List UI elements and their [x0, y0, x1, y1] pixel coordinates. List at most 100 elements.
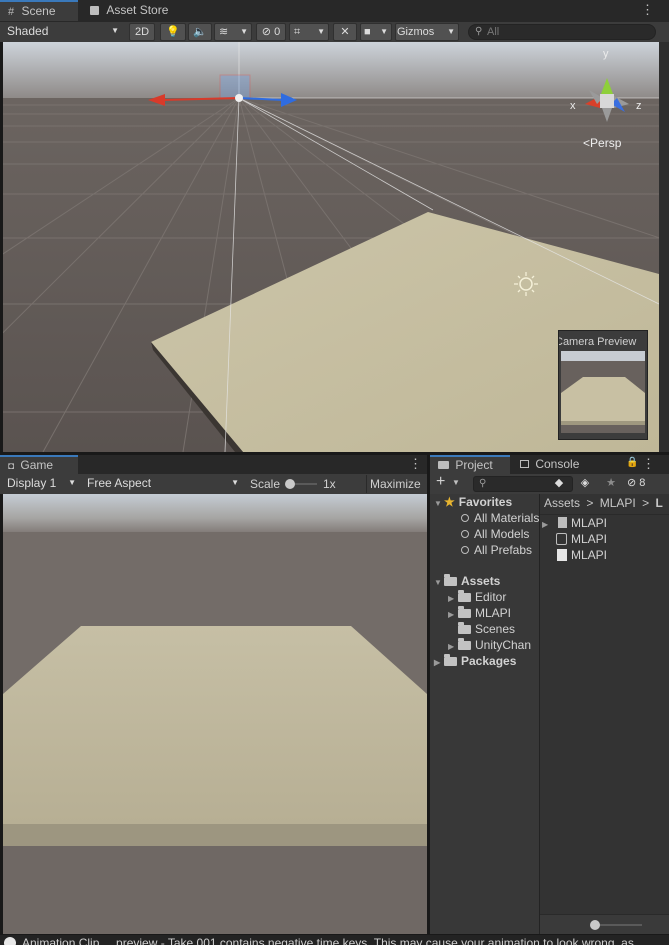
icon-size-slider-thumb[interactable] [590, 920, 600, 930]
projection-toggle[interactable]: <Persp [583, 136, 621, 150]
grid-toggle-button[interactable]: ⌗ ▼ [289, 23, 329, 41]
video-camera-icon: ■ [364, 26, 371, 38]
gamepad-icon: ◘ [8, 461, 15, 472]
game-tab-bar: ◘ Game ⋮ [0, 455, 427, 474]
tab-asset-store-label: Asset Store [106, 3, 169, 17]
lock-icon[interactable]: 🔒 [626, 457, 638, 468]
search-by-label-button[interactable]: ◈ [575, 475, 595, 493]
tab-scene[interactable]: # Scene [0, 0, 78, 21]
tab-console[interactable]: Console [512, 455, 592, 474]
project-more-menu-icon[interactable]: ⋮ [642, 457, 655, 472]
scene-viewport[interactable]: y x z <Persp Camera Preview [3, 42, 659, 452]
breadcrumb-item[interactable]: L [655, 496, 662, 510]
create-asset-button[interactable]: + ▼ [433, 473, 463, 493]
status-bar[interactable]: Animation Clip ... preview - Take 001 co… [0, 935, 669, 945]
folder-icon [458, 606, 471, 618]
tree-favorite-item[interactable]: All Prefabs [461, 542, 532, 558]
breadcrumb-item[interactable]: MLAPI [600, 496, 636, 510]
shading-mode-label: Shaded [7, 24, 49, 38]
game-ground-plane [3, 626, 427, 824]
tree-assets[interactable]: ▼ Assets [434, 573, 500, 589]
tree-assets-label: Assets [461, 574, 501, 588]
scene-hidden-count: 0 [274, 26, 281, 38]
tree-folder-label: UnityChan [475, 638, 532, 652]
folder-icon [458, 622, 471, 634]
content-item[interactable]: MLAPI [542, 531, 607, 547]
project-content-panel: Assets > MLAPI > L ▶ MLAPI MLAPI MLAPI [540, 494, 669, 934]
project-tree-panel: ▼ ★ Favorites All Materials All Models All… [430, 494, 539, 934]
content-item[interactable]: ▶ MLAPI [542, 515, 607, 531]
create-asset-label: + [436, 473, 446, 490]
tree-packages-label: Packages [461, 654, 517, 668]
game-view[interactable] [3, 494, 427, 934]
layers-icon: ≋ [219, 26, 229, 38]
tools-button[interactable]: ✕ [333, 23, 357, 41]
favorites-star-button[interactable]: ★ [601, 475, 621, 493]
scale-label: Scale [250, 477, 281, 491]
lighting-toggle-button[interactable]: 💡 [160, 23, 186, 41]
camera-preview-render [561, 351, 645, 433]
audio-toggle-button[interactable]: 🔈 [188, 23, 212, 41]
display-dropdown[interactable]: Display 1 ▼ [3, 475, 80, 493]
tab-asset-store[interactable]: Asset Store [82, 0, 182, 21]
camera-settings-button[interactable]: ■ ▼ [360, 23, 392, 41]
folder-icon [458, 590, 471, 602]
tree-folder[interactable]: Scenes [448, 621, 515, 637]
tree-folder[interactable]: ▶ MLAPI [448, 605, 511, 621]
tree-packages[interactable]: ▶ Packages [434, 653, 516, 669]
eye-slash-icon: ⊘ [261, 26, 272, 38]
scene-visibility-button[interactable]: ⊘ 0 [256, 23, 286, 41]
scene-search-input[interactable]: ⚲ All [468, 24, 656, 40]
gizmo-y-label: y [603, 48, 609, 60]
breadcrumb-separator: > [642, 496, 650, 510]
game-render [3, 494, 427, 934]
tab-project[interactable]: Project [430, 455, 510, 474]
gizmo-z-label: z [636, 100, 642, 112]
search-icon [461, 530, 469, 538]
scale-slider-thumb[interactable] [285, 479, 295, 489]
search-icon [461, 546, 469, 554]
scene-tab-bar: # Scene Asset Store ⋮ [0, 0, 669, 22]
scale-slider[interactable] [285, 479, 317, 489]
project-toolbar: + ▼ ⚲ ◆ ◈ ★ ⊘ 8 [430, 473, 669, 494]
tree-favorite-item[interactable]: All Models [461, 526, 529, 542]
tree-folder[interactable]: ▶ UnityChan [448, 637, 531, 653]
chevron-down-icon: ▼ [434, 499, 442, 508]
prefab-icon [558, 517, 567, 528]
content-footer [540, 914, 669, 934]
tree-folder-label: Scenes [475, 622, 516, 636]
scale-value: 1x [323, 477, 336, 491]
maximize-toggle[interactable]: Maximize [366, 475, 427, 493]
tree-folder[interactable]: ▶ Editor [448, 589, 506, 605]
project-tab-bar: Project Console 🔒 ⋮ [430, 455, 669, 474]
display-label: Display 1 [7, 476, 57, 490]
effects-toggle-button[interactable]: ≋ ▼ [214, 23, 252, 41]
chevron-down-icon: ▼ [240, 27, 248, 36]
scene-toolbar: Shaded ▼ 2D 💡 🔈 ≋ ▼ ⊘ 0 ⌗ ▼ ✕ ■ ▼ Gizmos… [0, 22, 669, 42]
tab-game[interactable]: ◘ Game [0, 455, 78, 474]
tag-icon: ◈ [580, 477, 590, 489]
scene-scrollbar[interactable] [659, 42, 669, 452]
search-by-type-button[interactable]: ◆ [549, 475, 569, 493]
tree-favorite-item[interactable]: All Materials [461, 510, 539, 526]
gizmos-dropdown[interactable]: Gizmos ▼ [395, 23, 459, 41]
tree-folder-label: MLAPI [475, 606, 512, 620]
breadcrumb-item[interactable]: Assets [544, 496, 580, 510]
game-more-menu-icon[interactable]: ⋮ [409, 457, 422, 472]
tree-favorites[interactable]: ▼ ★ Favorites [434, 494, 512, 510]
tab-console-label: Console [535, 457, 580, 471]
tree-folder-label: Editor [475, 590, 507, 604]
project-hidden-count: 8 [639, 477, 646, 489]
content-item-label: MLAPI [571, 532, 608, 546]
shading-mode-dropdown[interactable]: Shaded ▼ [3, 23, 123, 41]
packages-visibility-button[interactable]: ⊘ 8 [627, 475, 659, 493]
aspect-dropdown[interactable]: Free Aspect ▼ [83, 475, 243, 493]
breadcrumb: Assets > MLAPI > L [544, 496, 663, 510]
scene-more-menu-icon[interactable]: ⋮ [641, 3, 654, 19]
maximize-label: Maximize [370, 477, 421, 491]
2d-toggle-button[interactable]: 2D [129, 23, 155, 41]
icon-size-slider[interactable] [590, 920, 642, 930]
wrench-icon: ✕ [340, 26, 350, 38]
chevron-right-icon: ▶ [434, 658, 441, 667]
content-item[interactable]: MLAPI [542, 547, 607, 563]
